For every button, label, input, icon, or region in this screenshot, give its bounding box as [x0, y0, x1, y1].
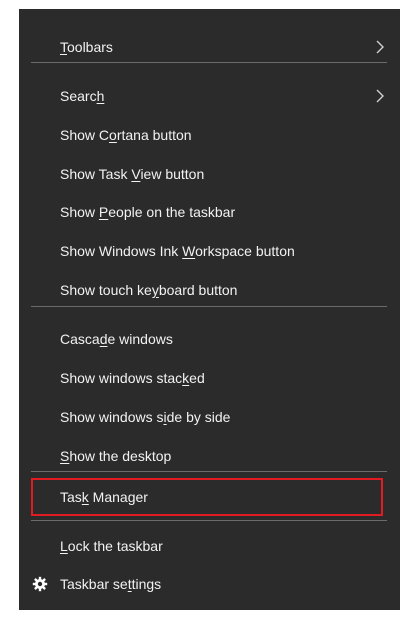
- menu-separator: [31, 520, 387, 521]
- menu-item-label: Show the desktop: [60, 448, 172, 464]
- menu-item-label: Cascade windows: [60, 331, 173, 347]
- menu-item-label: Show People on the taskbar: [60, 204, 236, 220]
- menu-item-label: Search: [60, 88, 105, 104]
- menu-item-label: Show Windows Ink Workspace button: [60, 243, 295, 259]
- menu-item-label: Show touch keyboard button: [60, 282, 238, 298]
- menu-item-search[interactable]: Search: [19, 77, 400, 115]
- menu-item-show-task-view-button[interactable]: Show Task View button: [19, 155, 400, 193]
- menu-item-lock-the-taskbar[interactable]: Lock the taskbar: [19, 527, 400, 565]
- menu-item-label: Taskbar settings: [60, 576, 162, 592]
- gear-icon: [32, 576, 48, 592]
- menu-item-label: Show windows side by side: [60, 409, 231, 425]
- menu-item-label: Show windows stacked: [60, 370, 205, 386]
- menu-item-label: Task Manager: [60, 489, 148, 505]
- menu-item-toolbars[interactable]: Toolbars: [19, 28, 400, 66]
- menu-item-show-the-desktop[interactable]: Show the desktop: [19, 437, 400, 475]
- menu-item-show-windows-ink[interactable]: Show Windows Ink Workspace button: [19, 232, 400, 270]
- menu-item-label: Lock the taskbar: [60, 538, 163, 554]
- menu-item-show-cortana-button[interactable]: Show Cortana button: [19, 116, 400, 154]
- menu-item-show-touch-keyboard[interactable]: Show touch keyboard button: [19, 271, 400, 309]
- menu-item-task-manager[interactable]: Task Manager: [19, 478, 400, 516]
- taskbar-context-menu: Toolbars Search Show Cortana button Show…: [19, 9, 400, 610]
- menu-item-show-windows-stacked[interactable]: Show windows stacked: [19, 359, 400, 397]
- menu-item-label: Show Task View button: [60, 166, 205, 182]
- menu-separator: [31, 306, 387, 307]
- menu-item-cascade-windows[interactable]: Cascade windows: [19, 320, 400, 358]
- menu-separator: [31, 62, 387, 63]
- menu-item-show-windows-side-by-side[interactable]: Show windows side by side: [19, 398, 400, 436]
- chevron-right-icon: [376, 40, 384, 54]
- chevron-right-icon: [376, 89, 384, 103]
- menu-item-taskbar-settings[interactable]: Taskbar settings: [19, 565, 400, 603]
- menu-item-label: Show Cortana button: [60, 127, 192, 143]
- menu-item-show-people[interactable]: Show People on the taskbar: [19, 193, 400, 231]
- menu-item-label: Toolbars: [60, 39, 113, 55]
- menu-separator: [31, 471, 387, 472]
